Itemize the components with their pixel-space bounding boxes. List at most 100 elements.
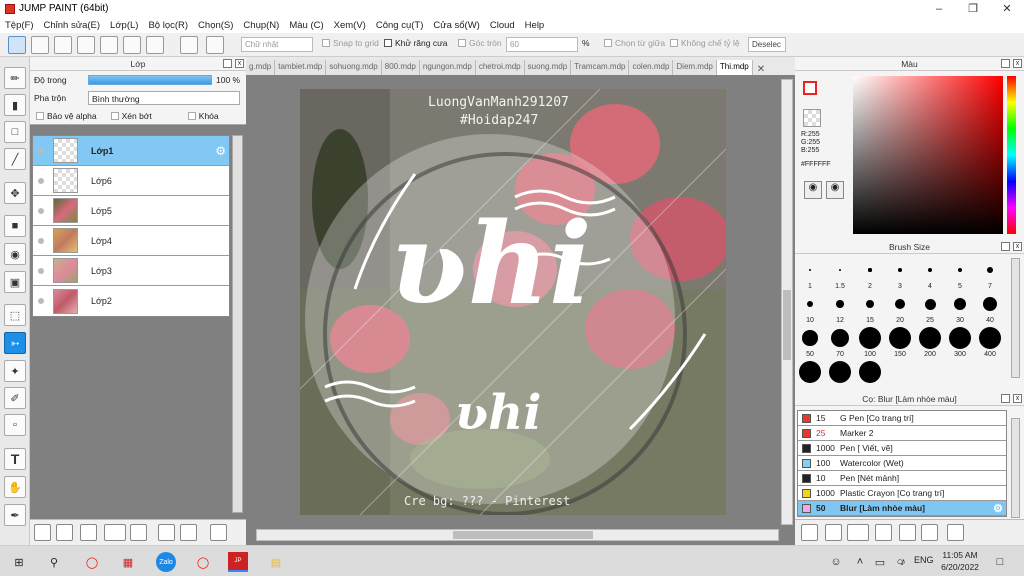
opera-gx-icon[interactable]: ◯ — [193, 552, 213, 572]
hand-tool-icon[interactable]: ✋ — [4, 476, 26, 498]
battery-icon[interactable]: ▭ — [870, 552, 890, 572]
tab-colen[interactable]: colen.mdp — [629, 60, 674, 75]
brush-size-dot[interactable] — [924, 298, 936, 310]
bucket-tool-icon[interactable]: ◉ — [4, 243, 26, 265]
brush-item-marker-2[interactable]: 25 Marker 2 — [798, 426, 1006, 441]
tab-close-icon[interactable]: ✕ — [757, 64, 765, 75]
new-8bit-layer-icon[interactable] — [56, 524, 73, 541]
menu-window[interactable]: Cửa sổ(W) — [433, 20, 479, 31]
brush-size-dot[interactable] — [895, 299, 905, 309]
brush-size-dot[interactable] — [957, 267, 963, 273]
visibility-icon[interactable] — [38, 147, 44, 154]
rectangle-tool-icon[interactable]: □ — [4, 121, 26, 143]
panel-float-icon[interactable] — [1001, 394, 1010, 403]
delete-layer-icon[interactable] — [210, 524, 227, 541]
visibility-icon[interactable] — [38, 237, 44, 244]
select-rect-tool-icon[interactable]: ⬚ — [4, 304, 26, 326]
transparent-color-swatch[interactable] — [803, 109, 821, 127]
merge-layer-icon[interactable] — [180, 524, 197, 541]
artwork-canvas[interactable]: LuongVanManh291207 #Hoidap247 ʋhi ʋhi Cr… — [300, 89, 726, 515]
brush-size-dot[interactable] — [979, 327, 1001, 349]
palette-edit-icon[interactable]: ◉ — [826, 181, 844, 199]
tab-800[interactable]: 800.mdp — [381, 60, 420, 75]
brush-size-dot[interactable] — [868, 268, 872, 272]
panel-float-icon[interactable] — [1001, 59, 1010, 68]
grid-settings-icon[interactable] — [146, 36, 164, 54]
tab-tramcam[interactable]: Tramcam.mdp — [571, 60, 630, 75]
panel-close-icon[interactable]: x — [235, 59, 244, 68]
deselect-button[interactable]: Deselec — [748, 37, 786, 52]
undo-icon[interactable] — [180, 36, 198, 54]
new-layer-icon[interactable] — [34, 524, 51, 541]
page-icon[interactable] — [100, 36, 118, 54]
tab-chetroi[interactable]: chetroi.mdp — [475, 60, 525, 75]
magic-wand-tool-icon[interactable]: ✦ — [4, 360, 26, 382]
people-icon[interactable]: ☺ — [826, 552, 846, 572]
brush-size-dot[interactable] — [983, 297, 997, 311]
notification-icon[interactable]: □ — [990, 552, 1010, 572]
canvas-horizontal-scrollbar[interactable] — [256, 529, 779, 541]
brush-size-dot[interactable] — [987, 267, 993, 273]
visibility-icon[interactable] — [38, 207, 44, 214]
brush-size-dot[interactable] — [808, 268, 812, 272]
layer-row-1[interactable]: Lớp1 ⚙ — [33, 136, 229, 166]
snap-grid-option[interactable]: Snap to grid — [322, 38, 379, 48]
select-eraser-tool-icon[interactable]: ▫ — [4, 414, 26, 436]
brush-size-dot[interactable] — [865, 299, 875, 309]
brush-duplicate-icon[interactable] — [921, 524, 938, 541]
layer-row-5[interactable]: Lớp5 — [33, 196, 229, 226]
menu-file[interactable]: Tệp(F) — [5, 20, 34, 31]
brush-item-pen[interactable]: 1000 Pen [ Viết, vẽ] — [798, 441, 1006, 456]
new-1bit-layer-icon[interactable] — [80, 524, 97, 541]
brush-delete-icon[interactable] — [947, 524, 964, 541]
brush-size-dot[interactable] — [949, 327, 971, 349]
canvas-vertical-scrollbar[interactable] — [781, 79, 793, 525]
lock-option[interactable]: Khóa — [187, 111, 219, 121]
menu-select[interactable]: Chọn(S) — [198, 20, 233, 31]
select-center-option[interactable]: Chọn từ giữa — [604, 38, 665, 48]
comment-icon[interactable] — [54, 36, 72, 54]
eraser-tool-icon[interactable]: ▮ — [4, 94, 26, 116]
brush-size-dot[interactable] — [838, 268, 842, 272]
layer-row-2[interactable]: Lớp2 — [33, 286, 229, 316]
foreground-color-swatch[interactable] — [803, 81, 817, 95]
tab-tambiet[interactable]: tambiet.mdp — [275, 60, 327, 75]
app-grid-icon[interactable]: ▦ — [118, 552, 138, 572]
opacity-slider[interactable] — [88, 74, 212, 85]
windows-start-icon[interactable]: ⊞ — [9, 552, 29, 572]
brush-item-watercolor[interactable]: 100 Watercolor (Wet) — [798, 456, 1006, 471]
brush-item-plastic-crayon[interactable]: 1000 Plastic Crayon [Cọ trang trí] — [798, 486, 1006, 501]
gradient-tool-icon[interactable]: ▣ — [4, 271, 26, 293]
tab-sohuong[interactable]: sohuong.mdp — [326, 60, 382, 75]
select-pen-tool-icon[interactable]: ✐ — [4, 387, 26, 409]
message-icon[interactable] — [77, 36, 95, 54]
brush-size-dot[interactable] — [927, 267, 933, 273]
brush-size-dot[interactable] — [836, 300, 844, 308]
menu-layer[interactable]: Lớp(L) — [110, 20, 138, 31]
visibility-icon[interactable] — [38, 177, 44, 184]
palette-icon[interactable]: ◉ — [804, 181, 822, 199]
brush-size-dot[interactable] — [802, 330, 818, 346]
check-icon[interactable] — [8, 36, 26, 54]
tab-diem[interactable]: Diem.mdp — [673, 60, 717, 75]
rounded-corner-option[interactable]: Góc tròn — [458, 38, 502, 48]
move-tool-icon[interactable]: ✥ — [4, 182, 26, 204]
corner-value-field[interactable]: 60 — [506, 37, 578, 52]
menu-filter[interactable]: Bộ lọc(R) — [148, 20, 188, 31]
brush-size-dot[interactable] — [953, 297, 967, 311]
brush-item-g-pen[interactable]: 15 G Pen [Cọ trang trí] — [798, 411, 1006, 426]
folder-icon[interactable] — [130, 524, 147, 541]
opera-icon[interactable]: ◯ — [82, 552, 102, 572]
search-icon[interactable]: ⚲ — [44, 552, 64, 572]
tab-ngungon[interactable]: ngungon.mdp — [419, 60, 476, 75]
brush-folder-icon[interactable] — [899, 524, 916, 541]
brush-menu-icon[interactable] — [847, 524, 869, 541]
language-indicator[interactable]: ENG — [914, 555, 934, 565]
volume-icon[interactable]: ♪ — [893, 552, 913, 572]
blend-select[interactable]: Bình thường — [88, 90, 240, 105]
brush-save-icon[interactable] — [875, 524, 892, 541]
brush-size-dot[interactable] — [919, 327, 941, 349]
tray-chevron-icon[interactable]: ˄ — [850, 552, 870, 572]
minimize-button[interactable]: – — [922, 0, 956, 17]
menu-capture[interactable]: Chụp(N) — [243, 20, 279, 31]
